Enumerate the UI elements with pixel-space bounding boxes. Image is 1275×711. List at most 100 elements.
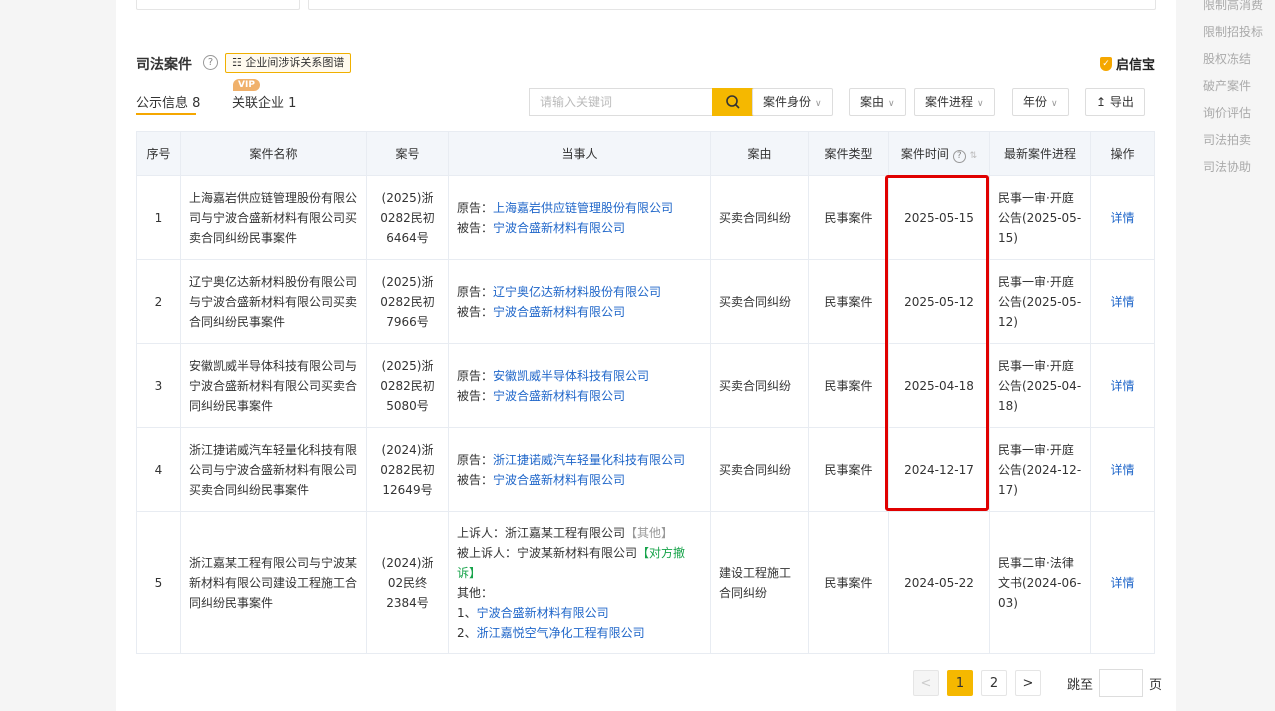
cell-case-no: (2024)浙0282民初12649号: [366, 427, 449, 512]
col-header-date[interactable]: 案件时间 ? ⇅: [888, 131, 990, 176]
search-icon: [726, 95, 740, 109]
defendant-link[interactable]: 宁波合盛新材料有限公司: [493, 389, 625, 403]
tab-active-underline: [136, 113, 196, 115]
filter-cause[interactable]: 案由 ∨: [849, 88, 906, 116]
next-page-button[interactable]: >: [1015, 670, 1041, 696]
filter-progress[interactable]: 案件进程 ∨: [914, 88, 995, 116]
cell-cause: 买卖合同纠纷: [710, 259, 809, 344]
cell-parties: 原告：安徽凯威半导体科技有限公司 被告：宁波合盛新材料有限公司: [448, 343, 711, 428]
appellee-name: 宁波某新材料有限公司: [517, 545, 638, 560]
cell-date: 2024-12-17: [888, 427, 990, 512]
cell-case-no: (2025)浙0282民初7966号: [366, 259, 449, 344]
cell-action: 详情: [1090, 427, 1155, 512]
nav-item-judicial-assist[interactable]: 司法协助: [1203, 154, 1263, 181]
cell-action: 详情: [1090, 511, 1155, 654]
brand-shield-icon: ✓: [1099, 56, 1112, 71]
cell-progress: 民事一审·开庭公告(2024-12-17): [989, 427, 1091, 512]
cell-no: 5: [136, 511, 181, 654]
cell-progress: 民事一审·开庭公告(2025-05-15): [989, 175, 1091, 260]
search-input[interactable]: [529, 88, 712, 116]
export-icon: ↥: [1096, 95, 1107, 109]
cell-no: 4: [136, 427, 181, 512]
filter-year[interactable]: 年份 ∨: [1012, 88, 1069, 116]
cases-table: 序号 案件名称 案号 当事人 案由 案件类型 案件时间 ? ⇅ 最新案件进程 操…: [136, 131, 1155, 654]
cell-no: 1: [136, 175, 181, 260]
cell-action: 详情: [1090, 343, 1155, 428]
table-row: 2 辽宁奥亿达新材料股份有限公司与宁波合盛新材料有限公司买卖合同纠纷民事案件 (…: [136, 259, 1155, 344]
sort-icon[interactable]: ⇅: [970, 151, 978, 161]
search-button[interactable]: [712, 88, 754, 116]
brand-logo: ✓ 启信宝: [1099, 54, 1155, 73]
section-title: 司法案件: [136, 57, 192, 73]
cell-date: 2025-04-18: [888, 343, 990, 428]
help-icon[interactable]: ?: [952, 149, 966, 163]
plaintiff-link[interactable]: 辽宁奥亿达新材料股份有限公司: [493, 285, 661, 299]
cell-no: 3: [136, 343, 181, 428]
table-row: 3 安徽凯威半导体科技有限公司与宁波合盛新材料有限公司买卖合同纠纷民事案件 (2…: [136, 343, 1155, 428]
other-party-link[interactable]: 宁波合盛新材料有限公司: [477, 606, 609, 620]
plaintiff-link[interactable]: 安徽凯威半导体科技有限公司: [493, 369, 649, 383]
col-header-name: 案件名称: [180, 131, 367, 176]
help-icon[interactable]: ?: [203, 55, 218, 70]
tab-related-companies[interactable]: 关联企业 1: [232, 92, 296, 111]
cell-type: 民事案件: [808, 343, 889, 428]
defendant-link[interactable]: 宁波合盛新材料有限公司: [493, 221, 625, 235]
cell-progress: 民事二审·法律文书(2024-06-03): [989, 511, 1091, 654]
cell-date: 2025-05-15: [888, 175, 990, 260]
nav-item-equity-freeze[interactable]: 股权冻结: [1203, 46, 1263, 73]
defendant-link[interactable]: 宁波合盛新材料有限公司: [493, 305, 625, 319]
cell-type: 民事案件: [808, 259, 889, 344]
export-button[interactable]: ↥ 导出: [1085, 88, 1145, 116]
cell-parties: 上诉人：浙江嘉某工程有限公司【其他】 被上诉人：宁波某新材料有限公司【对方撤诉】…: [448, 511, 711, 654]
plaintiff-link[interactable]: 上海嘉岩供应链管理股份有限公司: [493, 201, 673, 215]
cell-parties: 原告：浙江捷诺威汽车轻量化科技有限公司 被告：宁波合盛新材料有限公司: [448, 427, 711, 512]
right-nav: 限制高消费 限制招投标 股权冻结 破产案件 询价评估 司法拍卖 司法协助: [1203, 0, 1263, 181]
details-link[interactable]: 详情: [1110, 295, 1134, 309]
col-header-progress: 最新案件进程: [989, 131, 1091, 176]
table-row: 5 浙江嘉某工程有限公司与宁波某新材料有限公司建设工程施工合同纠纷民事案件 (2…: [136, 511, 1155, 654]
defendant-link[interactable]: 宁波合盛新材料有限公司: [493, 473, 625, 487]
nav-item-judicial-auction[interactable]: 司法拍卖: [1203, 127, 1263, 154]
table-row: 1 上海嘉岩供应链管理股份有限公司与宁波合盛新材料有限公司买卖合同纠纷民事案件 …: [136, 175, 1155, 260]
details-link[interactable]: 详情: [1110, 379, 1134, 393]
nav-item-appraisal[interactable]: 询价评估: [1203, 100, 1263, 127]
jump-page-input[interactable]: [1099, 669, 1144, 697]
page-button-1[interactable]: 1: [947, 670, 973, 696]
details-link[interactable]: 详情: [1110, 576, 1134, 590]
appellant-tag: 【其他】: [625, 525, 674, 540]
cell-action: 详情: [1090, 175, 1155, 260]
table-header-row: 序号 案件名称 案号 当事人 案由 案件类型 案件时间 ? ⇅ 最新案件进程 操…: [136, 131, 1155, 176]
page-suffix: 页: [1149, 677, 1163, 693]
cell-type: 民事案件: [808, 427, 889, 512]
nav-item-bankruptcy[interactable]: 破产案件: [1203, 73, 1263, 100]
filter-case-role[interactable]: 案件身份 ∨: [752, 88, 833, 116]
org-chart-icon: ☷: [232, 56, 242, 69]
vip-badge: VIP: [233, 79, 260, 91]
cell-case-name: 浙江嘉某工程有限公司与宁波某新材料有限公司建设工程施工合同纠纷民事案件: [180, 511, 367, 654]
cell-case-no: (2025)浙0282民初5080号: [366, 343, 449, 428]
details-link[interactable]: 详情: [1110, 463, 1134, 477]
prev-page-button[interactable]: <: [913, 670, 939, 696]
top-box-right: [308, 0, 1156, 10]
cell-parties: 原告：上海嘉岩供应链管理股份有限公司 被告：宁波合盛新材料有限公司: [448, 175, 711, 260]
nav-item-limit-consumption[interactable]: 限制高消费: [1203, 0, 1263, 19]
relation-graph-button[interactable]: ☷ 企业间涉诉关系图谱: [225, 53, 352, 73]
cell-date: 2025-05-12: [888, 259, 990, 344]
cell-case-name: 浙江捷诺威汽车轻量化科技有限公司与宁波合盛新材料有限公司买卖合同纠纷民事案件: [180, 427, 367, 512]
cell-case-no: (2025)浙0282民初6464号: [366, 175, 449, 260]
col-header-action: 操作: [1090, 131, 1155, 176]
jump-label: 跳至: [1067, 677, 1094, 693]
other-party-link[interactable]: 浙江嘉悦空气净化工程有限公司: [477, 626, 645, 640]
appellant-name: 浙江嘉某工程有限公司: [505, 525, 626, 540]
plaintiff-link[interactable]: 浙江捷诺威汽车轻量化科技有限公司: [493, 453, 685, 467]
chevron-down-icon: ∨: [815, 99, 822, 109]
details-link[interactable]: 详情: [1110, 211, 1134, 225]
tab-public-info[interactable]: 公示信息 8: [136, 92, 200, 115]
cell-action: 详情: [1090, 259, 1155, 344]
cell-progress: 民事一审·开庭公告(2025-04-18): [989, 343, 1091, 428]
cell-parties: 原告：辽宁奥亿达新材料股份有限公司 被告：宁波合盛新材料有限公司: [448, 259, 711, 344]
nav-item-limit-bidding[interactable]: 限制招投标: [1203, 19, 1263, 46]
col-header-type: 案件类型: [808, 131, 889, 176]
table-row: 4 浙江捷诺威汽车轻量化科技有限公司与宁波合盛新材料有限公司买卖合同纠纷民事案件…: [136, 427, 1155, 512]
page-button-2[interactable]: 2: [981, 670, 1007, 696]
